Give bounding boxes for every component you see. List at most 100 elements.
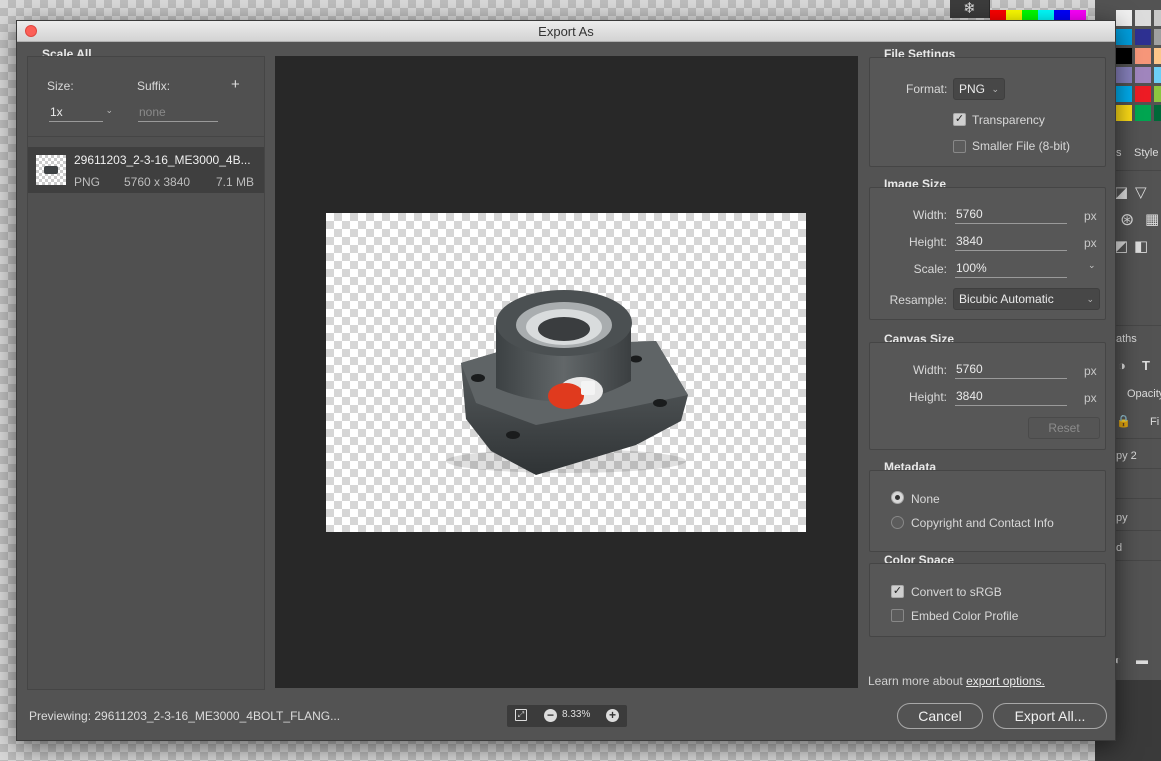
swatch[interactable] [1116, 48, 1132, 64]
canvas-height-label: Height: [908, 390, 947, 404]
cancel-button[interactable]: Cancel [897, 703, 983, 729]
preview-area[interactable] [275, 56, 858, 688]
swatch[interactable] [1154, 67, 1161, 83]
layer-label-copy[interactable]: py [1116, 512, 1128, 524]
panel-tab-paths[interactable]: aths [1116, 333, 1137, 345]
layer-label-d[interactable]: d [1116, 542, 1122, 554]
learn-more-text: Learn more about export options. [868, 674, 1045, 688]
canvas-height-unit: px [1084, 391, 1097, 405]
swatch[interactable] [1135, 10, 1151, 26]
embed-profile-checkbox[interactable] [891, 609, 904, 622]
zoom-out-icon[interactable]: − [544, 709, 557, 722]
swatch[interactable] [1070, 10, 1086, 20]
zoom-in-icon[interactable]: + [606, 709, 619, 722]
swatch[interactable] [1116, 67, 1132, 83]
swatch[interactable] [1116, 105, 1132, 121]
export-as-dialog: Export As Scale All Size: Suffix: + 1x ⌄… [16, 20, 1116, 741]
asset-dimensions: 5760 x 3840 [124, 175, 191, 189]
convert-srgb-checkbox[interactable]: ✓ [891, 585, 904, 598]
swatch[interactable] [1022, 10, 1038, 20]
embed-profile-label: Embed Color Profile [911, 609, 1019, 623]
channel-mixer-icon[interactable]: ⊛ [1120, 210, 1134, 230]
fill-label: Fi [1150, 416, 1160, 428]
panel-tab-s[interactable]: s [1116, 147, 1122, 159]
size-select[interactable]: 1x ⌄ [49, 104, 113, 122]
suffix-input[interactable]: none [138, 104, 218, 122]
swatch[interactable] [1154, 86, 1161, 102]
chevron-down-icon: ⌄ [991, 84, 999, 94]
canvas-width-input[interactable]: 5760 [955, 361, 1067, 379]
image-size-section: Width: 5760 px Height: 3840 px Scale: 10… [869, 187, 1106, 320]
fit-screen-icon[interactable]: ⤢ [515, 709, 527, 721]
close-button[interactable] [25, 25, 37, 37]
export-all-button[interactable]: Export All... [993, 703, 1107, 729]
panel-tab-styles[interactable]: Style [1134, 147, 1158, 159]
add-scale-icon[interactable]: + [231, 76, 240, 93]
lock-icon[interactable]: 🔒 [1116, 414, 1131, 428]
resample-select[interactable]: Bicubic Automatic ⌄ [953, 288, 1100, 310]
image-height-input[interactable]: 3840 [955, 233, 1067, 251]
swatch[interactable] [1135, 86, 1151, 102]
grid-icon[interactable]: ▦ [1145, 210, 1159, 228]
workspace-switcher[interactable]: ❄ [950, 0, 990, 18]
image-width-input[interactable]: 5760 [955, 206, 1067, 224]
swatch-strip [990, 10, 1086, 20]
swatch[interactable] [990, 10, 1006, 20]
shape-tool-icon[interactable]: ◪ [1114, 183, 1128, 201]
flange-bearing-image [446, 290, 688, 475]
triangle-icon[interactable]: ▽ [1135, 183, 1147, 201]
zoom-controls: ⤢ − 8.33% + [507, 705, 627, 727]
asset-row[interactable]: 29611203_2-3-16_ME3000_4B... PNG 5760 x … [28, 147, 264, 193]
swatch[interactable] [1116, 29, 1132, 45]
image-height-unit: px [1084, 236, 1097, 250]
scale-select[interactable]: 100% [955, 260, 1067, 278]
canvas-height-input[interactable]: 3840 [955, 388, 1067, 406]
metadata-none-label: None [911, 492, 940, 506]
swatch[interactable] [1154, 10, 1161, 26]
color-space-section: ✓ Convert to sRGB Embed Color Profile [869, 563, 1106, 637]
previewing-text: Previewing: 29611203_2-3-16_ME3000_4BOLT… [29, 709, 341, 723]
swatch[interactable] [1154, 29, 1161, 45]
reset-button[interactable]: Reset [1028, 417, 1100, 439]
metadata-copyright-radio[interactable] [891, 516, 904, 529]
swatch[interactable] [1116, 10, 1132, 26]
dialog-titlebar: Export As [17, 21, 1115, 42]
type-filter-icon[interactable]: T [1142, 358, 1150, 373]
swatch[interactable] [1054, 10, 1070, 20]
swatch[interactable] [1154, 105, 1161, 121]
image-height-label: Height: [908, 235, 947, 249]
swatch[interactable] [1135, 29, 1151, 45]
assets-panel: Size: Suffix: + 1x ⌄ none 29611203_2-3-1… [27, 56, 265, 690]
metadata-none-radio[interactable] [891, 491, 904, 504]
swatch[interactable] [1116, 86, 1132, 102]
suffix-label: Suffix: [137, 79, 171, 93]
snowflake-icon: ❄ [963, 0, 976, 17]
preview-canvas [326, 213, 806, 532]
folder-icon[interactable]: ▬ [1136, 653, 1148, 667]
chevron-down-icon: ⌄ [105, 105, 113, 115]
scale-all-section: Size: Suffix: + 1x ⌄ none [28, 57, 264, 137]
metadata-copyright-label: Copyright and Contact Info [911, 516, 1054, 530]
opacity-label: Opacity [1127, 388, 1161, 400]
threshold-icon[interactable]: ◧ [1134, 237, 1148, 255]
chevron-down-icon[interactable]: ⌄ [1088, 260, 1096, 271]
smaller-file-checkbox[interactable] [953, 140, 966, 153]
swatch[interactable] [1006, 10, 1022, 20]
swatch-grid [1116, 10, 1161, 121]
swatch[interactable] [1135, 105, 1151, 121]
format-select[interactable]: PNG ⌄ [953, 78, 1005, 100]
gradient-map-icon[interactable]: ◩ [1114, 237, 1128, 255]
swatch[interactable] [1154, 48, 1161, 64]
swatch[interactable] [1135, 48, 1151, 64]
image-width-label: Width: [912, 208, 947, 222]
export-options-link[interactable]: export options. [966, 674, 1045, 688]
dialog-title: Export As [538, 24, 594, 39]
image-width-unit: px [1084, 209, 1097, 223]
swatch[interactable] [1135, 67, 1151, 83]
transparency-checkbox[interactable]: ✓ [953, 113, 966, 126]
adjustment-filter-icon[interactable]: ◑ [1118, 358, 1126, 373]
size-label: Size: [47, 79, 74, 93]
layer-label-copy2[interactable]: py 2 [1116, 450, 1137, 462]
asset-name: 29611203_2-3-16_ME3000_4B... [74, 153, 251, 167]
swatch[interactable] [1038, 10, 1054, 20]
